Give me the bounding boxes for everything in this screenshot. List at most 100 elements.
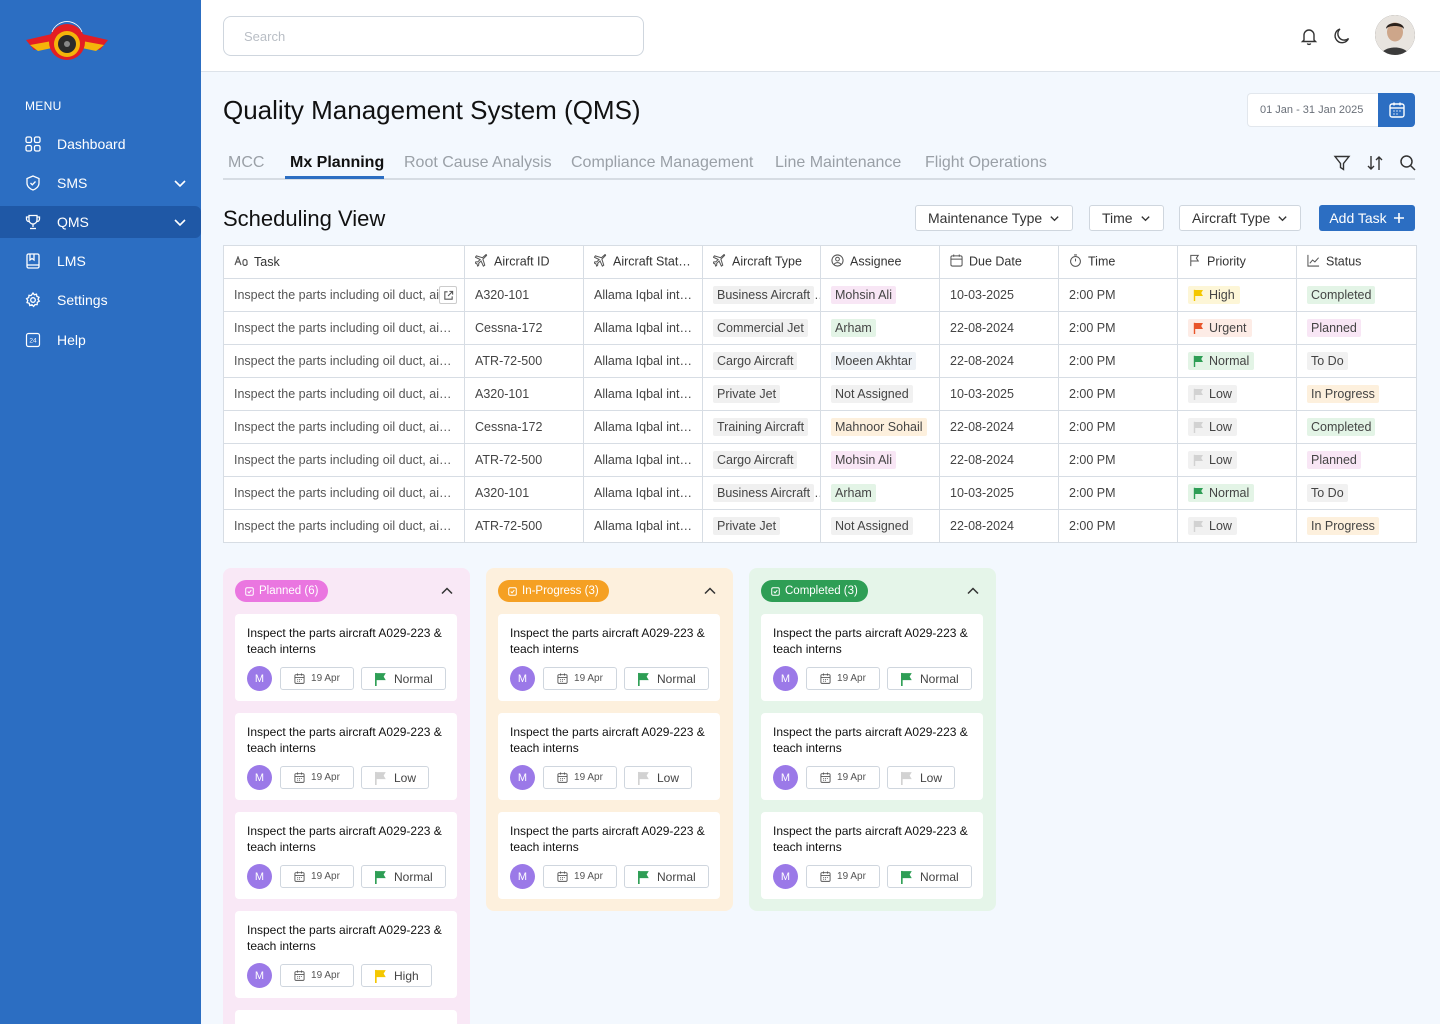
- flag-icon: [1193, 454, 1203, 466]
- assignee-avatar[interactable]: M: [247, 963, 272, 988]
- task-card[interactable]: Inspect the parts aircraft A029-223 & te…: [498, 614, 720, 701]
- card-due-date[interactable]: 19 Apr: [806, 667, 880, 690]
- sidebar-item-lms[interactable]: LMS: [0, 245, 201, 277]
- date-range-field[interactable]: 01 Jan - 31 Jan 2025: [1247, 93, 1379, 127]
- card-title: Inspect the parts aircraft A029-223 & te…: [247, 626, 442, 656]
- table-row[interactable]: Inspect the parts including oil duct, ai…: [223, 509, 1417, 543]
- card-priority[interactable]: High: [361, 964, 432, 987]
- add-task-button[interactable]: Add Task: [1319, 205, 1415, 231]
- time-dropdown[interactable]: Time: [1089, 205, 1164, 231]
- bell-icon[interactable]: [1299, 26, 1319, 46]
- sidebar-item-help[interactable]: 24 Help: [0, 324, 201, 356]
- tab-mx-planning[interactable]: Mx Planning: [290, 154, 384, 172]
- task-card[interactable]: Inspect the parts aircraft A029-223 & te…: [235, 713, 457, 800]
- column-header-status[interactable]: Status: [1296, 245, 1417, 279]
- calendar-icon: [950, 254, 963, 270]
- assignee-avatar[interactable]: M: [247, 864, 272, 889]
- column-header-due-date[interactable]: Due Date: [939, 245, 1059, 279]
- task-card[interactable]: Inspect the parts aircraft A029-223 & te…: [235, 911, 457, 998]
- user-avatar[interactable]: [1375, 15, 1415, 55]
- card-due-date[interactable]: 19 Apr: [280, 865, 354, 888]
- maintenance-type-dropdown[interactable]: Maintenance Type: [915, 205, 1074, 231]
- assignee-chip: Mahnoor Sohail: [831, 418, 927, 436]
- tab-flight-operations[interactable]: Flight Operations: [925, 154, 1047, 172]
- sidebar-item-sms[interactable]: SMS: [0, 167, 201, 199]
- assignee-avatar[interactable]: M: [510, 666, 535, 691]
- page-title: Quality Management System (QMS): [223, 95, 641, 125]
- table-row[interactable]: Inspect the parts including oil duct, ai…: [223, 410, 1417, 444]
- card-priority[interactable]: Normal: [887, 865, 972, 888]
- table-row[interactable]: Inspect the parts including oil duct, ai…: [223, 278, 1417, 312]
- assignee-avatar[interactable]: M: [247, 765, 272, 790]
- open-external-icon[interactable]: [439, 286, 457, 304]
- column-header-task[interactable]: Task: [223, 245, 465, 279]
- nortek-logo[interactable]: [24, 18, 110, 66]
- card-due-date[interactable]: 19 Apr: [543, 766, 617, 789]
- card-priority[interactable]: Normal: [361, 667, 446, 690]
- table-row[interactable]: Inspect the parts including oil duct, ai…: [223, 377, 1417, 411]
- table-row[interactable]: Inspect the parts including oil duct, ai…: [223, 311, 1417, 345]
- column-header-aircraft-station[interactable]: Aircraft Station: [583, 245, 703, 279]
- aircraft-type-cell: Private Jet: [702, 377, 821, 411]
- table-row[interactable]: Inspect the parts including oil duct, ai…: [223, 476, 1417, 510]
- assignee-avatar[interactable]: M: [247, 666, 272, 691]
- assignee-avatar[interactable]: M: [773, 765, 798, 790]
- search-input[interactable]: [223, 16, 644, 56]
- task-card[interactable]: Inspect the parts aircraft A029-223 & te…: [761, 812, 983, 899]
- tab-mcc[interactable]: MCC: [228, 154, 264, 172]
- chevron-up-icon[interactable]: [703, 584, 717, 598]
- card-due-date[interactable]: 19 Apr: [543, 667, 617, 690]
- column-header-priority[interactable]: Priority: [1177, 245, 1297, 279]
- table-row[interactable]: Inspect the parts including oil duct, ai…: [223, 344, 1417, 378]
- task-card[interactable]: Inspect the parts aircraft A029-223 & te…: [761, 713, 983, 800]
- card-priority[interactable]: Normal: [624, 865, 709, 888]
- card-priority[interactable]: Low: [887, 766, 956, 789]
- card-priority[interactable]: Low: [624, 766, 693, 789]
- chevron-down-icon[interactable]: [173, 215, 187, 229]
- assignee-avatar[interactable]: M: [773, 864, 798, 889]
- sort-icon[interactable]: [1366, 154, 1384, 172]
- task-card[interactable]: Inspect the parts aircraft A029-223 & te…: [498, 713, 720, 800]
- card-priority[interactable]: Low: [361, 766, 430, 789]
- task-card[interactable]: [235, 1010, 457, 1024]
- assignee-avatar[interactable]: M: [510, 864, 535, 889]
- chevron-up-icon[interactable]: [440, 584, 454, 598]
- chevron-up-icon[interactable]: [966, 584, 980, 598]
- tab-compliance-management[interactable]: Compliance Management: [571, 154, 753, 172]
- column-status-badge: Completed (3): [761, 580, 868, 602]
- card-due-date[interactable]: 19 Apr: [806, 766, 880, 789]
- task-card[interactable]: Inspect the parts aircraft A029-223 & te…: [235, 812, 457, 899]
- column-header-aircraft-type[interactable]: Aircraft Type: [702, 245, 821, 279]
- sidebar-item-dashboard[interactable]: Dashboard: [0, 128, 201, 160]
- column-header-assignee[interactable]: Assignee: [820, 245, 940, 279]
- card-due-date[interactable]: 19 Apr: [806, 865, 880, 888]
- filter-icon[interactable]: [1333, 154, 1351, 172]
- assignee-avatar[interactable]: M: [773, 666, 798, 691]
- card-priority[interactable]: Normal: [887, 667, 972, 690]
- sidebar-item-settings[interactable]: Settings: [0, 284, 201, 316]
- search-icon[interactable]: [1399, 154, 1417, 172]
- column-header-aircraft-id[interactable]: Aircraft ID: [464, 245, 584, 279]
- card-priority[interactable]: Normal: [624, 667, 709, 690]
- tab-line-maintenance[interactable]: Line Maintenance: [775, 154, 901, 172]
- assignee-avatar[interactable]: M: [510, 765, 535, 790]
- task-card[interactable]: Inspect the parts aircraft A029-223 & te…: [235, 614, 457, 701]
- aircraft-type-dropdown[interactable]: Aircraft Type: [1179, 205, 1302, 231]
- task-card[interactable]: Inspect the parts aircraft A029-223 & te…: [498, 812, 720, 899]
- moon-icon[interactable]: [1332, 26, 1352, 46]
- table-row[interactable]: Inspect the parts including oil duct, ai…: [223, 443, 1417, 477]
- tab-root-cause-analysis[interactable]: Root Cause Analysis: [404, 154, 552, 172]
- card-due-date[interactable]: 19 Apr: [543, 865, 617, 888]
- task-card[interactable]: Inspect the parts aircraft A029-223 & te…: [761, 614, 983, 701]
- column-header-time[interactable]: Time: [1058, 245, 1178, 279]
- calendar-button[interactable]: [1378, 93, 1415, 127]
- card-due-date[interactable]: 19 Apr: [280, 766, 354, 789]
- card-due-date[interactable]: 19 Apr: [280, 667, 354, 690]
- sidebar-item-qms[interactable]: QMS: [0, 206, 201, 238]
- card-due-date[interactable]: 19 Apr: [280, 964, 354, 987]
- status-badge: Completed: [1307, 418, 1376, 436]
- checkbox-icon: [771, 586, 780, 596]
- status-cell: To Do: [1296, 476, 1417, 510]
- card-priority[interactable]: Normal: [361, 865, 446, 888]
- chevron-down-icon[interactable]: [173, 176, 187, 190]
